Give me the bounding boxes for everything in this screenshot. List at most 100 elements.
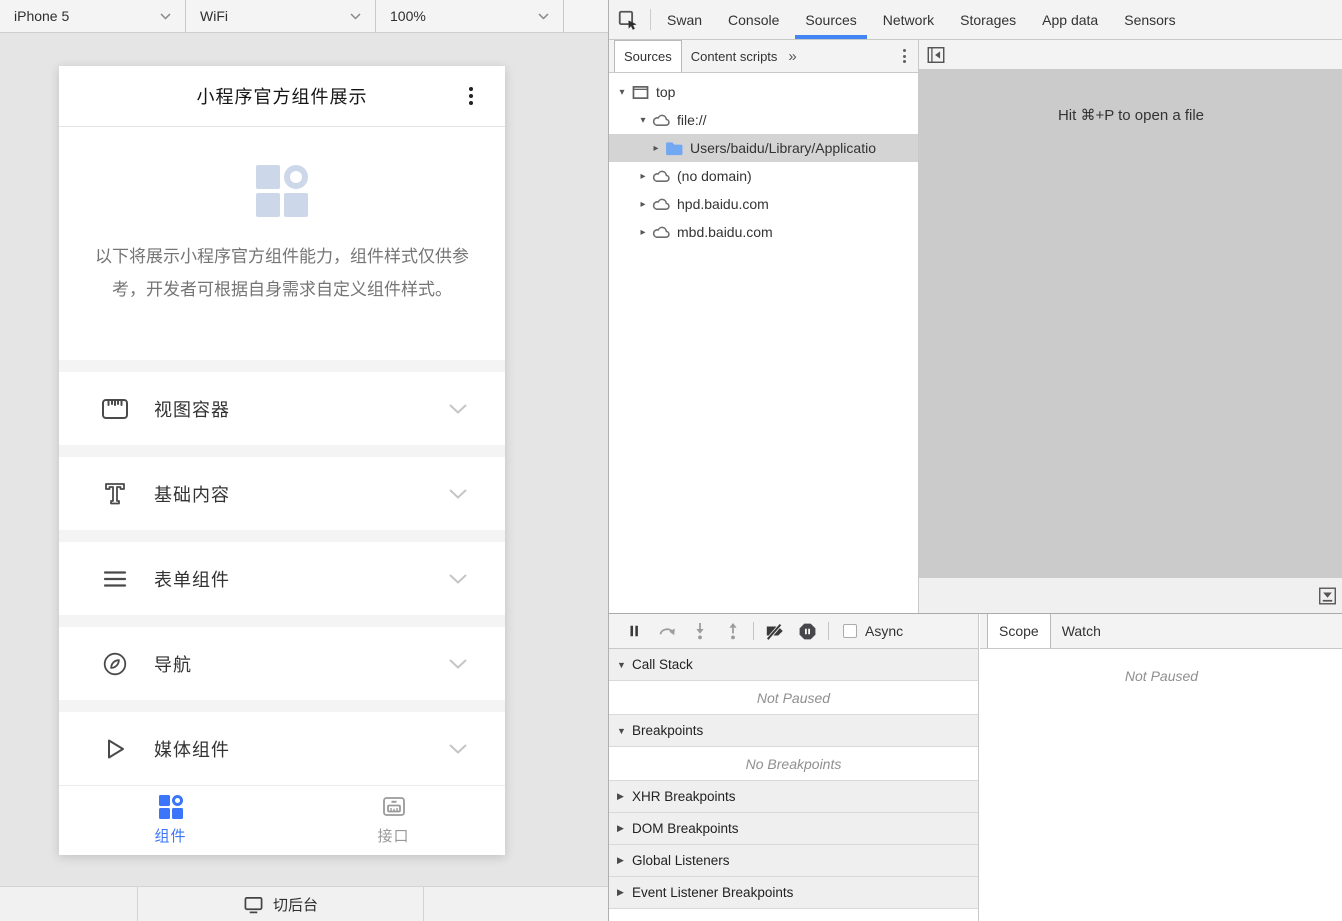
global-listeners-header[interactable]: ▶ Global Listeners [609,845,978,877]
editor-pane: Hit ⌘+P to open a file [919,40,1342,613]
section-title: Event Listener Breakpoints [632,885,793,900]
background-switch-button[interactable]: 切后台 [138,887,424,921]
pause-on-exceptions-button[interactable] [791,622,824,641]
tree-item-file-protocol[interactable]: ▾ file:// [609,106,918,134]
list-item-navigation[interactable]: 导航 [59,627,505,700]
chevron-down-icon [449,659,467,669]
background-switch-label: 切后台 [273,894,318,915]
expand-arrow-icon[interactable]: ▸ [636,227,650,238]
overflow-chevrons-icon[interactable]: » [788,48,796,65]
kebab-menu-icon[interactable] [469,87,473,105]
step-into-button[interactable] [683,621,716,641]
section-title: XHR Breakpoints [632,789,736,804]
tab-api[interactable]: 接口 [282,786,505,855]
show-drawer-button[interactable] [1318,586,1337,605]
text-icon [101,481,129,506]
hide-navigator-button[interactable] [926,45,946,65]
folder-icon [663,141,685,156]
tree-item-users-folder[interactable]: ▸ Users/baidu/Library/Applicatio [609,134,918,162]
tab-scope[interactable]: Scope [987,614,1051,648]
devtools-tab-console[interactable]: Console [715,0,792,39]
divider [59,530,505,542]
async-checkbox[interactable] [843,624,857,638]
section-arrow-icon: ▶ [617,855,632,866]
devtools-tab-sources[interactable]: Sources [792,0,869,39]
kebab-menu-icon[interactable] [903,49,906,63]
compass-icon [101,651,129,677]
expand-arrow-icon[interactable]: ▸ [636,199,650,210]
section-arrow-icon: ▶ [617,887,632,898]
intro-text: 以下将展示小程序官方组件能力，组件样式仅供参考，开发者可根据自身需求自定义组件样… [59,240,505,306]
list-item-media-components[interactable]: 媒体组件 [59,712,505,785]
zoom-select-value: 100% [390,8,426,24]
scope-tabbar: Scope Watch [980,614,1342,649]
chevron-down-icon [449,574,467,584]
pause-button[interactable] [617,622,650,640]
step-out-button[interactable] [716,621,749,641]
section-title: Call Stack [632,657,693,672]
section-title: DOM Breakpoints [632,821,739,836]
call-stack-header[interactable]: ▼ Call Stack [609,649,978,681]
section-title: Breakpoints [632,723,703,738]
device-select[interactable]: iPhone 5 [0,0,186,32]
list-item-basic-content[interactable]: 基础内容 [59,457,505,530]
deactivate-breakpoints-icon [764,621,786,641]
network-select[interactable]: WiFi [186,0,376,32]
devtools-tab-sensors[interactable]: Sensors [1111,0,1188,39]
zoom-select[interactable]: 100% [376,0,564,32]
tree-item-mbd-baidu[interactable]: ▸ mbd.baidu.com [609,218,918,246]
tree-item-no-domain[interactable]: ▸ (no domain) [609,162,918,190]
list-item-view-container[interactable]: 视图容器 [59,372,505,445]
bottom-bar-section [424,887,608,921]
chevron-down-icon [449,404,467,414]
step-over-icon [657,622,677,640]
tree-item-label: Users/baidu/Library/Applicatio [690,140,876,156]
step-over-button[interactable] [650,622,683,640]
list-item-label: 视图容器 [154,396,230,422]
debugger-area: Async ▼ Call Stack Not Paused ▼ Breakpoi… [609,613,1342,921]
deactivate-breakpoints-button[interactable] [758,621,791,641]
devtools-tab-app-data[interactable]: App data [1029,0,1111,39]
tab-label: 接口 [377,825,409,846]
chevron-down-icon [160,13,171,20]
expand-arrow-icon[interactable]: ▸ [636,171,650,182]
divider [59,615,505,627]
dom-breakpoints-header[interactable]: ▶ DOM Breakpoints [609,813,978,845]
event-listener-breakpoints-header[interactable]: ▶ Event Listener Breakpoints [609,877,978,909]
step-out-icon [725,621,741,641]
navigator-tab-sources[interactable]: Sources [614,40,682,72]
section-arrow-icon: ▶ [617,791,632,802]
components-grid-icon [256,165,308,217]
inspect-element-button[interactable] [609,0,647,39]
tab-components[interactable]: 组件 [59,786,282,855]
breakpoints-empty: No Breakpoints [609,747,978,781]
pause-on-exceptions-icon [798,622,817,641]
devtools-tab-storages[interactable]: Storages [947,0,1029,39]
file-tree: ▾ top ▾ file:// ▸ Users/baidu/Library/Ap… [609,73,918,246]
navigator-tab-content-scripts[interactable]: Content scripts [682,40,787,72]
tab-label: 组件 [154,825,186,846]
tree-item-hpd-baidu[interactable]: ▸ hpd.baidu.com [609,190,918,218]
breakpoints-header[interactable]: ▼ Breakpoints [609,715,978,747]
list-item-form-components[interactable]: 表单组件 [59,542,505,615]
expand-arrow-icon[interactable]: ▸ [649,143,663,154]
async-label: Async [865,623,903,639]
devtools-tab-network[interactable]: Network [870,0,947,39]
list-item-label: 导航 [154,651,192,677]
components-grid-icon [159,795,183,819]
phone-header: 小程序官方组件展示 [59,66,505,127]
tree-item-top[interactable]: ▾ top [609,78,918,106]
tab-watch[interactable]: Watch [1051,614,1112,648]
xhr-breakpoints-header[interactable]: ▶ XHR Breakpoints [609,781,978,813]
devtools-tab-swan[interactable]: Swan [654,0,715,39]
editor-toolbar [919,40,1342,70]
section-arrow-icon: ▼ [617,726,632,736]
expand-arrow-icon[interactable]: ▾ [615,87,629,98]
step-into-icon [692,621,708,641]
monitor-icon [243,895,264,914]
hide-navigator-icon [926,45,946,65]
editor-statusbar [919,578,1342,613]
expand-arrow-icon[interactable]: ▾ [636,115,650,126]
chevron-down-icon [538,13,549,20]
divider [650,9,651,30]
